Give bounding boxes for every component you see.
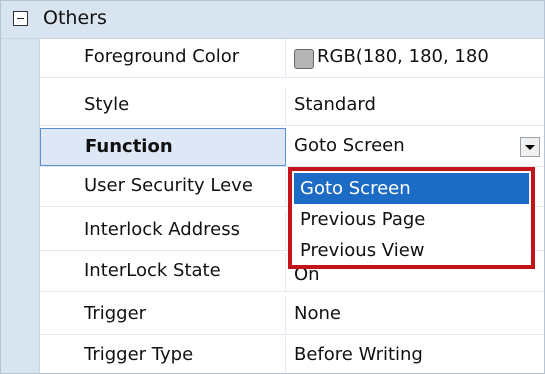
property-grid: Others Foreground Color RGB(180, 180, 18… — [0, 0, 545, 374]
property-label: Foreground Color — [84, 46, 240, 67]
property-value: Goto Screen — [294, 135, 405, 156]
property-name-cell: Trigger Type — [40, 337, 286, 373]
collapse-icon[interactable] — [13, 11, 28, 26]
property-value-cell[interactable]: RGB(180, 180, 180 — [286, 39, 544, 77]
grid-gutter — [1, 39, 40, 373]
chevron-down-icon[interactable] — [520, 137, 540, 157]
property-label: InterLock State — [84, 260, 221, 281]
function-dropdown-list: Goto Screen Previous Page Previous View — [288, 167, 535, 269]
property-label: Interlock Address — [84, 219, 240, 240]
property-name-cell: Function — [40, 128, 286, 166]
dropdown-option-goto-screen[interactable]: Goto Screen — [294, 173, 529, 204]
property-row-trigger[interactable]: Trigger None — [40, 296, 544, 335]
property-name-cell: Trigger — [40, 296, 286, 334]
property-value: Standard — [294, 94, 376, 115]
property-row-function[interactable]: Function Goto Screen — [40, 128, 544, 167]
dropdown-option-previous-page[interactable]: Previous Page — [294, 204, 529, 235]
property-label: Trigger — [84, 303, 147, 324]
category-title: Others — [43, 7, 107, 29]
property-label: Function — [85, 136, 173, 157]
property-name-cell: Foreground Color — [40, 39, 286, 77]
property-label: Style — [84, 94, 130, 115]
property-value: RGB(180, 180, 180 — [317, 46, 489, 67]
color-swatch-icon — [294, 49, 314, 69]
property-label: Trigger Type — [84, 344, 194, 365]
property-row-trigger-type[interactable]: Trigger Type Before Writing — [40, 337, 544, 373]
property-value-cell[interactable]: Standard — [286, 87, 544, 125]
property-label: User Security Leve — [84, 175, 253, 196]
property-name-cell: User Security Leve — [40, 168, 286, 206]
function-select[interactable]: Goto Screen — [286, 128, 544, 166]
dropdown-options: Goto Screen Previous Page Previous View — [294, 173, 529, 266]
property-name-cell: InterLock State — [40, 253, 286, 291]
property-value-cell[interactable]: None — [286, 296, 544, 334]
property-name-cell: Interlock Address — [40, 212, 286, 250]
property-name-cell: Style — [40, 87, 286, 125]
category-header-others[interactable]: Others — [1, 1, 544, 39]
property-value: Before Writing — [294, 344, 423, 365]
property-value: None — [294, 303, 341, 324]
property-value-cell[interactable]: Before Writing — [286, 337, 544, 373]
dropdown-option-previous-view[interactable]: Previous View — [294, 235, 529, 266]
property-row-style[interactable]: Style Standard — [40, 87, 544, 126]
property-row-foreground-color[interactable]: Foreground Color RGB(180, 180, 180 — [40, 39, 544, 78]
